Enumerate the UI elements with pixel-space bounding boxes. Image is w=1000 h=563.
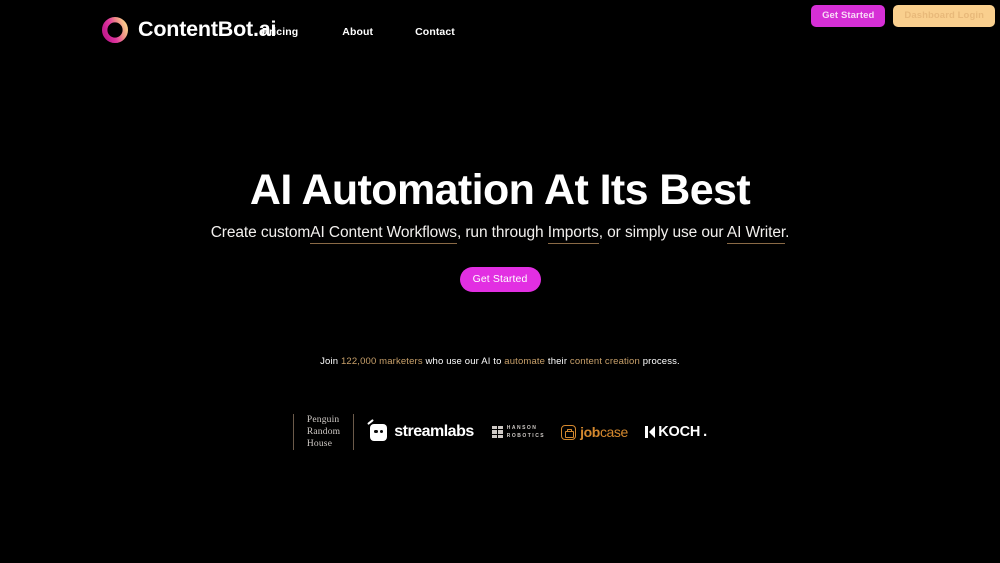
dashboard-login-button[interactable]: Dashboard Login [893, 5, 995, 27]
brand-logo-penguin-random-house: Penguin Random House [294, 414, 353, 450]
nav-item-about[interactable]: About [342, 26, 373, 38]
social-proof-prefix: Join [320, 356, 341, 367]
page-title: AI Automation At Its Best [249, 166, 751, 214]
brand-logo-hanson-robotics: HANSON ROBOTICS [491, 425, 545, 439]
brand-logo-link[interactable]: ContentBot.ai [101, 16, 277, 44]
gradient-ring-icon [101, 16, 129, 44]
subhead-text-3: , or simply use our [598, 224, 727, 241]
social-proof-middle: who use our AI to [422, 356, 505, 367]
brand-logo-streamlabs: streamlabs [367, 418, 474, 441]
strip-divider-right [353, 414, 355, 450]
hero-get-started-button[interactable]: Get Started [459, 267, 541, 292]
brand-logo-jobcase: jobcase [561, 424, 628, 440]
customer-logo-strip: Penguin Random House streamlabs HANSON R… [0, 412, 1000, 452]
main-nav: Pricing About Contact [262, 26, 455, 38]
cta-container: Get Started [0, 267, 1000, 292]
header-actions: Get Started Dashboard Login [811, 5, 995, 27]
link-ai-content-workflows[interactable]: AI Content Workflows [310, 224, 457, 244]
hanson-line-1: HANSON [506, 425, 538, 432]
briefcase-icon [561, 424, 577, 440]
social-proof-suffix: process. [639, 356, 680, 367]
social-proof-automate: automate [504, 356, 546, 367]
social-proof-content-creation: content creation [569, 356, 640, 367]
prh-line-3: House [306, 439, 333, 450]
hanson-wordmark: HANSON ROBOTICS [507, 425, 545, 439]
koch-wordmark: KOCH [658, 424, 701, 440]
hero-subheading: Create customAI Content Workflows, run t… [0, 223, 1000, 244]
subhead-text-2: , run through [456, 224, 548, 241]
hanson-line-2: ROBOTICS [506, 432, 546, 439]
brand-logo-koch: KOCH . [644, 424, 708, 440]
subhead-text-1: Create custom [210, 224, 311, 241]
prh-line-1: Penguin [306, 414, 340, 425]
jobcase-text-bold: job [580, 424, 600, 440]
koch-mark-icon [644, 426, 656, 438]
page-root: ContentBot.ai Pricing About Contact Get … [0, 0, 1000, 563]
site-header: ContentBot.ai Pricing About Contact Get … [0, 0, 1000, 50]
link-ai-writer[interactable]: AI Writer [726, 224, 785, 244]
streamlabs-icon [367, 418, 388, 441]
brand-name: ContentBot.ai [138, 17, 277, 42]
social-proof-middle-2: their [545, 356, 570, 367]
social-proof-text: Join 122,000 marketers who use our AI to… [0, 356, 1000, 367]
social-proof-count: 122,000 marketers [340, 356, 423, 367]
streamlabs-wordmark: streamlabs [394, 423, 474, 440]
subhead-text-4: . [785, 224, 790, 241]
jobcase-wordmark: jobcase [580, 424, 628, 440]
header-get-started-button[interactable]: Get Started [811, 5, 886, 27]
nav-item-contact[interactable]: Contact [415, 26, 455, 38]
koch-dot: . [703, 424, 708, 440]
link-imports[interactable]: Imports [547, 224, 599, 244]
hanson-bars-icon [491, 426, 503, 438]
prh-line-2: Random [306, 426, 341, 437]
nav-item-pricing[interactable]: Pricing [262, 26, 298, 38]
jobcase-text-light: case [599, 424, 628, 440]
